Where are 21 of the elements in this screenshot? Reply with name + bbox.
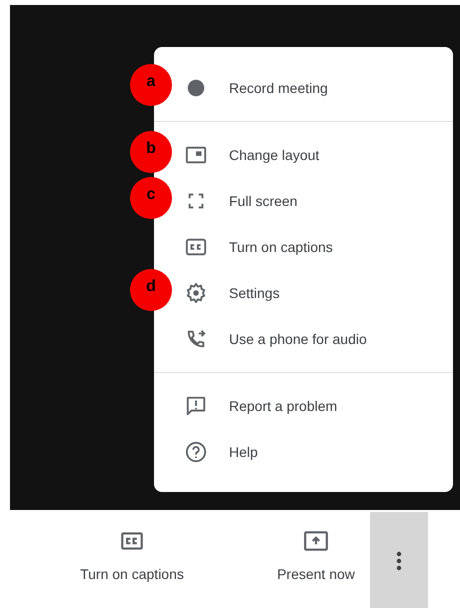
callout-marker: b	[130, 131, 172, 173]
menu-item[interactable]: Record meeting	[229, 78, 328, 98]
captions-icon	[185, 236, 207, 258]
phone-icon	[185, 328, 207, 350]
callout-marker: c	[130, 177, 172, 219]
menu-item[interactable]: Full screen	[229, 190, 298, 212]
menu-item[interactable]: Report a problem	[229, 396, 338, 416]
more-options-button[interactable]	[370, 512, 428, 608]
menu-item[interactable]: Settings	[229, 282, 280, 304]
menu-item[interactable]: Use a phone for audio	[229, 328, 367, 350]
menu-item[interactable]: Help	[229, 442, 258, 462]
record-icon	[185, 77, 207, 99]
help-icon	[185, 441, 207, 463]
callout-marker: d	[130, 269, 172, 311]
callout-marker: a	[130, 64, 172, 106]
settings-icon	[185, 282, 207, 304]
menu-item[interactable]: Change layout	[229, 144, 320, 166]
menu-item[interactable]: Turn on captions	[229, 236, 333, 258]
feedback-icon	[185, 395, 207, 417]
layout-icon	[185, 144, 207, 166]
more-icon	[396, 551, 402, 571]
